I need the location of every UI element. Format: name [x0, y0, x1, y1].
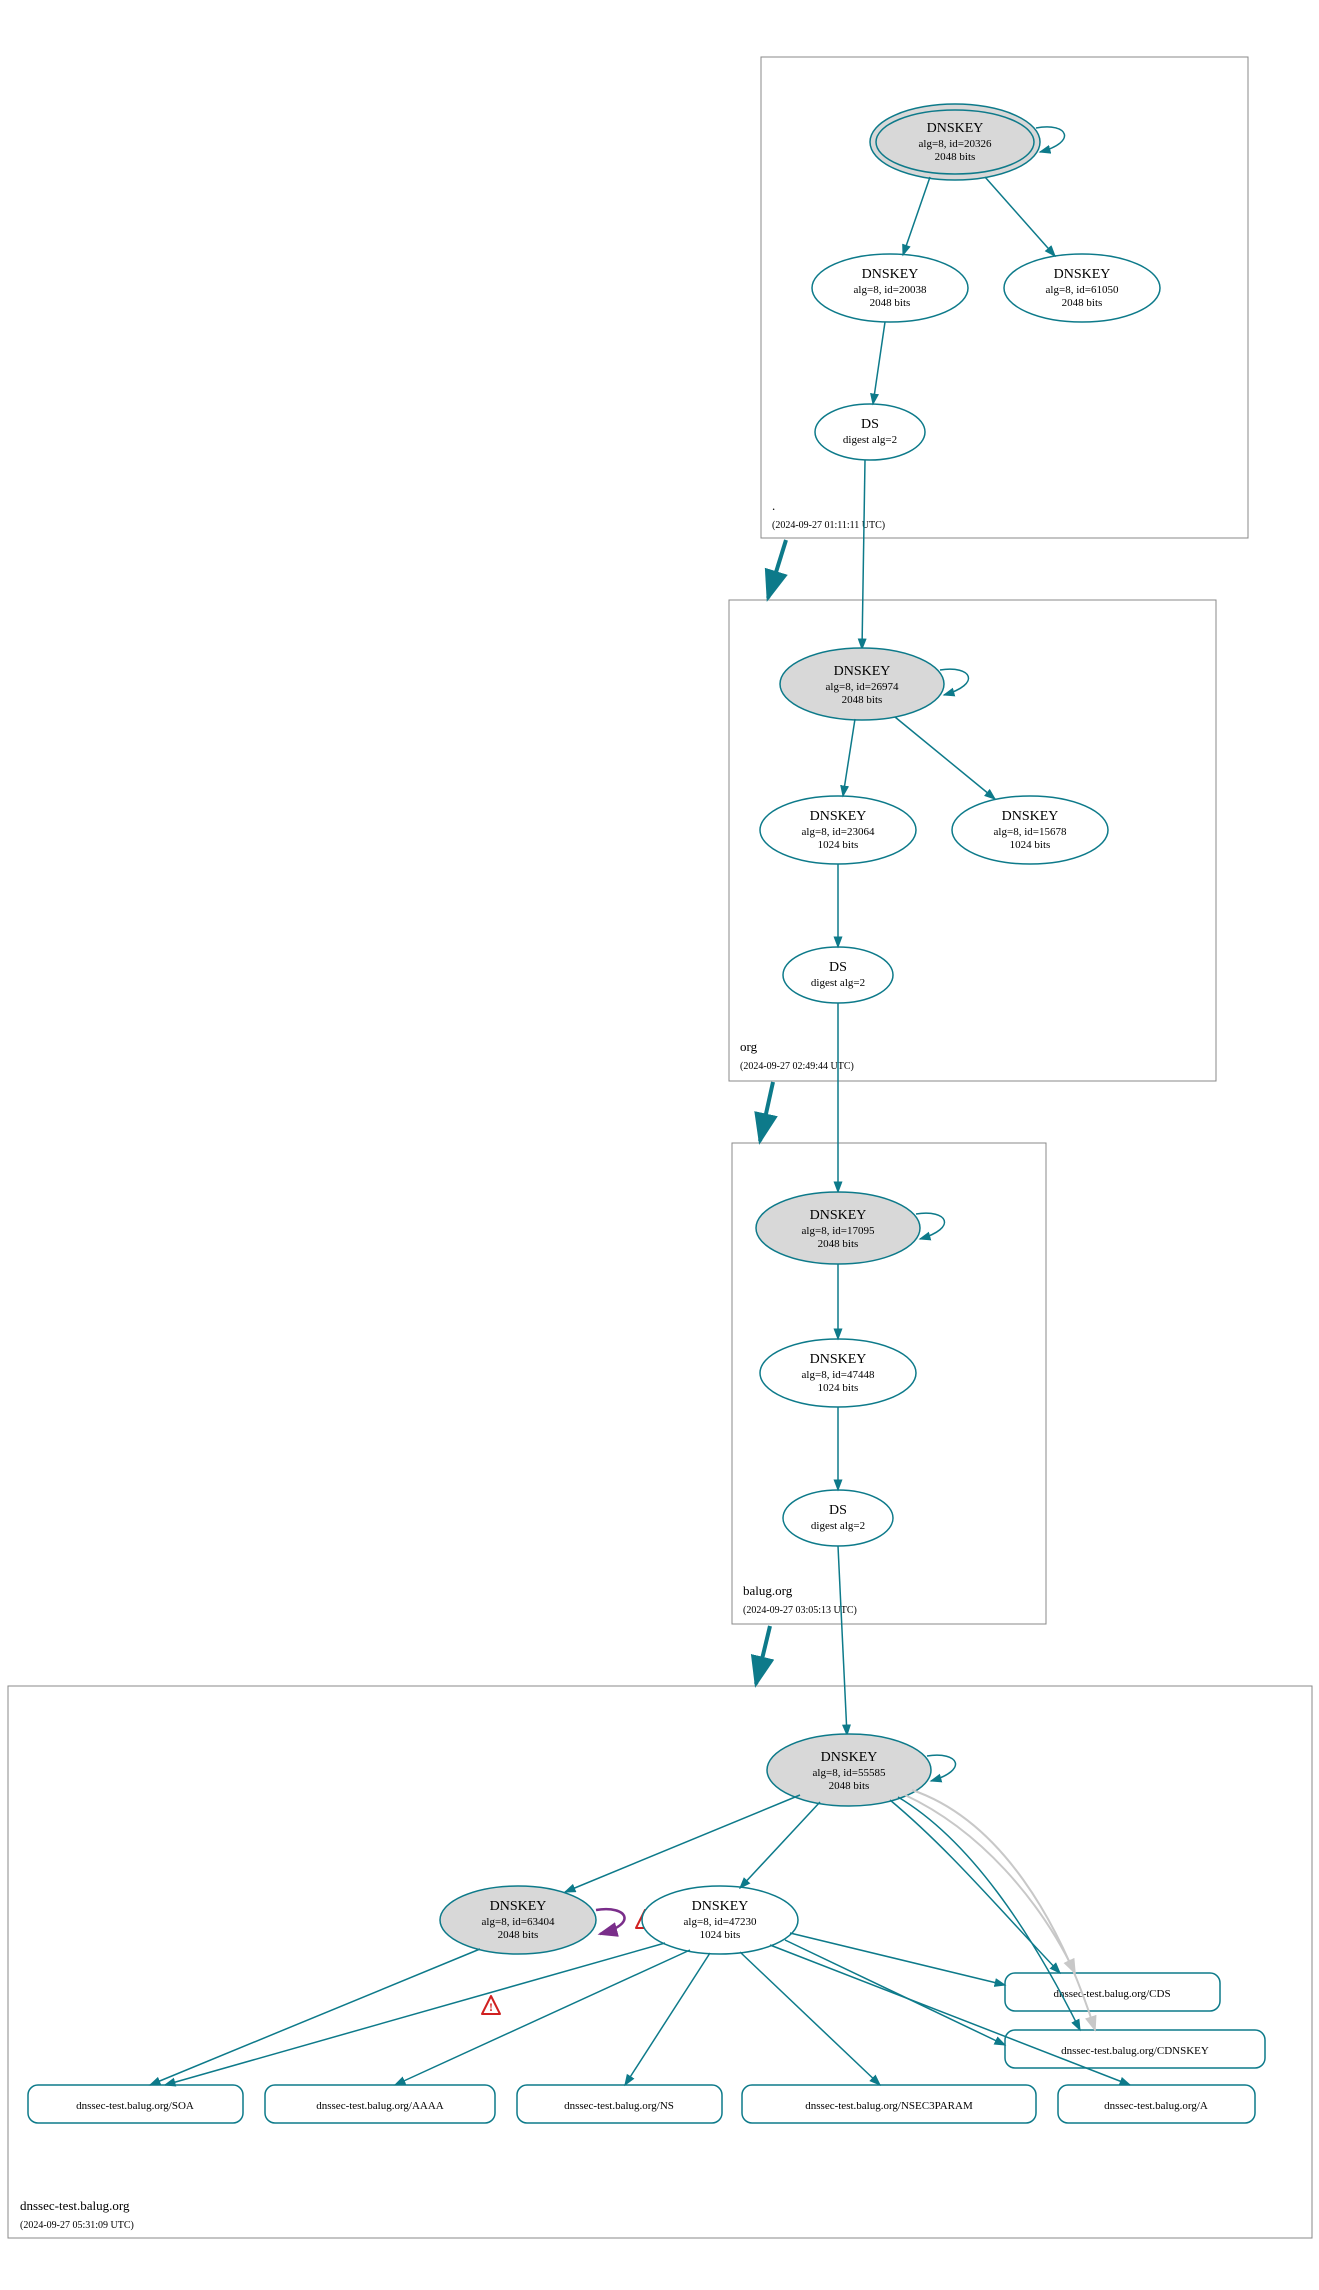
svg-text:alg=8, id=47230: alg=8, id=47230 [684, 1916, 757, 1928]
org-ds: DS digest alg=2 [783, 947, 893, 1003]
edge-balug-to-dt-box [756, 1626, 770, 1684]
edge-dtksk-zsk0 [565, 1795, 800, 1892]
rrset-a: dnssec-test.balug.org/A [1058, 2085, 1255, 2123]
dnssec-chain-diagram: . (2024-09-27 01:11:11 UTC) DNSKEY alg=8… [0, 0, 1319, 2290]
zone-org-ts: (2024-09-27 02:49:44 UTC) [740, 1061, 854, 1072]
rrset-cdnskey: dnssec-test.balug.org/CDNSKEY [1005, 2030, 1265, 2068]
svg-text:dnssec-test.balug.org/A: dnssec-test.balug.org/A [1104, 2100, 1208, 2112]
rrset-cds: dnssec-test.balug.org/CDS [1005, 1973, 1220, 2011]
zone-balug-name: balug.org [743, 1583, 793, 1598]
rrset-aaaa: dnssec-test.balug.org/AAAA [265, 2085, 495, 2123]
zone-root-name: . [772, 498, 775, 513]
svg-text:alg=8, id=63404: alg=8, id=63404 [482, 1916, 555, 1928]
zone-dt-name: dnssec-test.balug.org [20, 2198, 130, 2213]
svg-text:1024 bits: 1024 bits [818, 1382, 859, 1394]
rrset-ns: dnssec-test.balug.org/NS [517, 2085, 722, 2123]
svg-text:alg=8, id=55585: alg=8, id=55585 [813, 1767, 886, 1779]
edge-47230-nsec3 [740, 1952, 880, 2085]
edge-orgksk-zsk1 [895, 717, 995, 799]
org-ksk: DNSKEY alg=8, id=26974 2048 bits [780, 648, 944, 720]
root-zsk-61050: DNSKEY alg=8, id=61050 2048 bits [1004, 254, 1160, 322]
svg-text:dnssec-test.balug.org/CDNSKEY: dnssec-test.balug.org/CDNSKEY [1061, 2045, 1209, 2057]
edge-rootds-orgksk [862, 460, 865, 649]
svg-text:alg=8, id=20038: alg=8, id=20038 [854, 284, 927, 296]
zone-dt-ts: (2024-09-27 05:31:09 UTC) [20, 2220, 134, 2231]
svg-text:DNSKEY: DNSKEY [810, 1352, 867, 1367]
edge-orgksk-zsk0 [843, 719, 855, 796]
svg-text:DNSKEY: DNSKEY [810, 1208, 867, 1223]
svg-text:DNSKEY: DNSKEY [821, 1750, 878, 1765]
balug-ksk: DNSKEY alg=8, id=17095 2048 bits [756, 1192, 920, 1264]
edge-47230-a [770, 1945, 1130, 2085]
edge-63404-soa [150, 1949, 480, 2085]
svg-text:DNSKEY: DNSKEY [1054, 267, 1111, 282]
edge-rootksk-zsk1 [985, 177, 1055, 256]
dt-zsk-63404-selfloop [596, 1909, 625, 1934]
edge-47230-ns [625, 1953, 710, 2085]
dt-zsk-63404: DNSKEY alg=8, id=63404 2048 bits [440, 1886, 596, 1954]
root-ksk: DNSKEY alg=8, id=20326 2048 bits [870, 104, 1040, 180]
svg-text:2048 bits: 2048 bits [870, 297, 911, 309]
rrset-nsec3param: dnssec-test.balug.org/NSEC3PARAM [742, 2085, 1036, 2123]
zone-balug-ts: (2024-09-27 03:05:13 UTC) [743, 1605, 857, 1616]
svg-text:DS: DS [829, 1503, 847, 1518]
svg-text:DS: DS [829, 960, 847, 975]
zone-root-ts: (2024-09-27 01:11:11 UTC) [772, 520, 885, 531]
svg-text:!: ! [489, 2000, 493, 2014]
svg-text:1024 bits: 1024 bits [1010, 839, 1051, 851]
svg-text:alg=8, id=23064: alg=8, id=23064 [802, 826, 875, 838]
svg-text:alg=8, id=47448: alg=8, id=47448 [802, 1369, 875, 1381]
svg-text:1024 bits: 1024 bits [818, 839, 859, 851]
edge-47230-soa [165, 1943, 665, 2085]
svg-text:2048 bits: 2048 bits [1062, 297, 1103, 309]
warning-icon: ! [482, 1996, 500, 2014]
svg-text:alg=8, id=15678: alg=8, id=15678 [994, 826, 1067, 838]
edge-rootzsk-ds [873, 322, 885, 404]
edge-org-to-balug-box [760, 1082, 773, 1141]
svg-text:digest alg=2: digest alg=2 [811, 1520, 865, 1532]
root-ds: DS digest alg=2 [815, 404, 925, 460]
svg-text:1024 bits: 1024 bits [700, 1929, 741, 1941]
svg-text:dnssec-test.balug.org/NS: dnssec-test.balug.org/NS [564, 2100, 674, 2112]
svg-text:alg=8, id=17095: alg=8, id=17095 [802, 1225, 875, 1237]
svg-text:DNSKEY: DNSKEY [1002, 809, 1059, 824]
svg-text:alg=8, id=61050: alg=8, id=61050 [1046, 284, 1119, 296]
org-zsk-15678: DNSKEY alg=8, id=15678 1024 bits [952, 796, 1108, 864]
zone-org-name: org [740, 1039, 758, 1054]
svg-text:DNSKEY: DNSKEY [862, 267, 919, 282]
svg-text:2048 bits: 2048 bits [818, 1238, 859, 1250]
svg-text:digest alg=2: digest alg=2 [843, 434, 897, 446]
zone-dt-box [8, 1686, 1312, 2238]
org-zsk-23064: DNSKEY alg=8, id=23064 1024 bits [760, 796, 916, 864]
balug-ds: DS digest alg=2 [783, 1490, 893, 1546]
edge-balugds-dtksk [838, 1546, 847, 1735]
rrset-soa: dnssec-test.balug.org/SOA [28, 2085, 243, 2123]
svg-text:DNSKEY: DNSKEY [834, 664, 891, 679]
svg-text:2048 bits: 2048 bits [842, 694, 883, 706]
dt-zsk-47230: DNSKEY alg=8, id=47230 1024 bits [642, 1886, 798, 1954]
svg-text:2048 bits: 2048 bits [498, 1929, 539, 1941]
svg-text:2048 bits: 2048 bits [829, 1780, 870, 1792]
edge-47230-aaaa [395, 1950, 690, 2085]
svg-text:DNSKEY: DNSKEY [490, 1899, 547, 1914]
edge-47230-cds [790, 1933, 1005, 1985]
svg-text:digest alg=2: digest alg=2 [811, 977, 865, 989]
balug-zsk-47448: DNSKEY alg=8, id=47448 1024 bits [760, 1339, 916, 1407]
svg-text:dnssec-test.balug.org/AAAA: dnssec-test.balug.org/AAAA [316, 2100, 444, 2112]
svg-text:DS: DS [861, 417, 879, 432]
edge-47230-cdnskey [785, 1940, 1005, 2045]
svg-text:dnssec-test.balug.org/SOA: dnssec-test.balug.org/SOA [76, 2100, 194, 2112]
edge-rootksk-zsk0 [903, 177, 930, 255]
edge-root-to-org-box [768, 540, 786, 598]
svg-text:DNSKEY: DNSKEY [692, 1899, 749, 1914]
svg-text:DNSKEY: DNSKEY [810, 809, 867, 824]
svg-text:alg=8, id=26974: alg=8, id=26974 [826, 681, 899, 693]
svg-text:dnssec-test.balug.org/NSEC3PAR: dnssec-test.balug.org/NSEC3PARAM [805, 2100, 973, 2112]
svg-text:DNSKEY: DNSKEY [927, 121, 984, 136]
svg-text:2048 bits: 2048 bits [935, 151, 976, 163]
svg-text:dnssec-test.balug.org/CDS: dnssec-test.balug.org/CDS [1053, 1988, 1170, 2000]
root-zsk-20038: DNSKEY alg=8, id=20038 2048 bits [812, 254, 968, 322]
svg-text:alg=8, id=20326: alg=8, id=20326 [919, 138, 992, 150]
